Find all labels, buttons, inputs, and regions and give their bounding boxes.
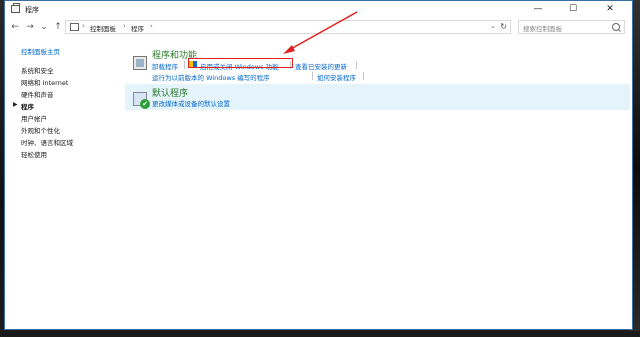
annotation-arrow-icon [283,11,358,54]
